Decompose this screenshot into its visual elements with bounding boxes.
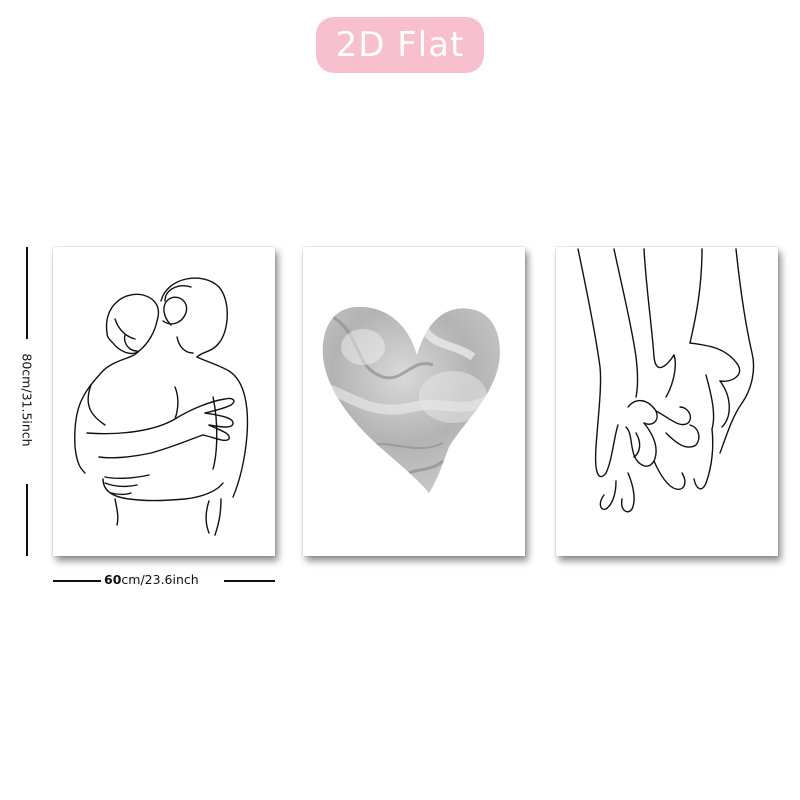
width-dimension-line-left [53, 580, 101, 582]
embrace-line-art-icon [74, 277, 249, 536]
width-dimension-label: 60cm/23.6inch [104, 572, 222, 587]
width-value: 60 [104, 572, 122, 587]
badge-label: 2D Flat [335, 25, 465, 65]
holding-hands-line-art-icon [577, 248, 755, 513]
canvas-panel-hands [556, 247, 778, 556]
width-dimension-line-right [224, 580, 275, 582]
height-dimension-line-bottom [26, 484, 28, 556]
canvas-panel-embrace [53, 247, 275, 556]
width-suffix: cm/23.6inch [121, 572, 199, 587]
height-dimension-line-top [26, 247, 28, 339]
marble-heart-icon [322, 306, 500, 493]
height-dimension-label: 80cm/31.5inch [19, 353, 35, 447]
flat-badge: 2D Flat [316, 17, 484, 73]
canvas-panel-heart [303, 247, 525, 556]
